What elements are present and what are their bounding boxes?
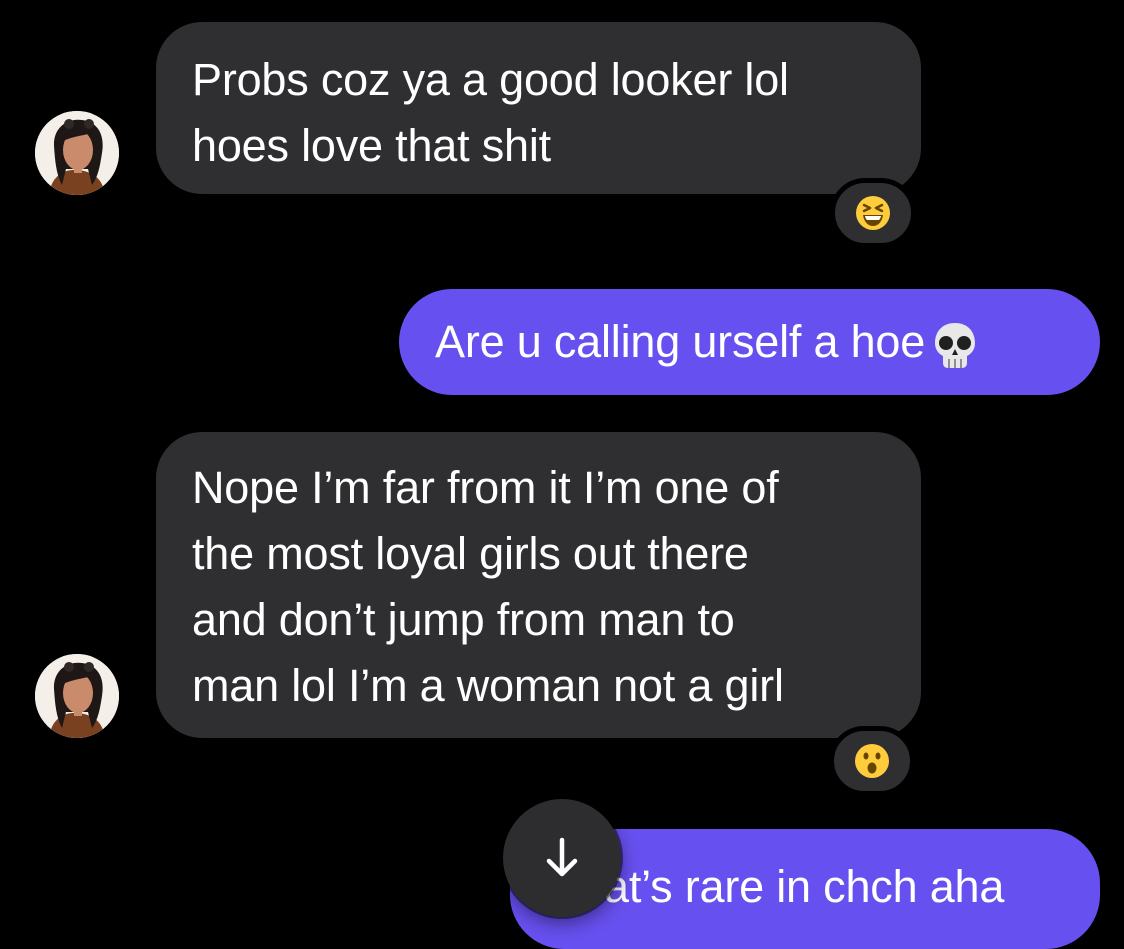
incoming-message-bubble[interactable]: Nope I’m far from it I’m one of the most… [156, 432, 921, 738]
incoming-message-bubble[interactable]: Probs coz ya a good looker lol hoes love… [156, 22, 921, 194]
message-text: Nope I’m far from it I’m one of the most… [192, 455, 885, 719]
outgoing-message-bubble[interactable]: Are u calling urself a hoe [399, 289, 1100, 395]
message-line: hoes love that shit [192, 120, 551, 171]
message-text: at’s rare in chch aha [604, 861, 1005, 912]
message-line: Probs coz ya a good looker lol [192, 54, 789, 105]
message-reaction[interactable] [829, 726, 915, 796]
message-line: Nope I’m far from it I’m one of [192, 462, 779, 513]
message-line: man lol I’m a woman not a girl [192, 660, 784, 711]
message-text: Are u calling urself a hoe [435, 309, 979, 375]
message-line: the most loyal girls out there [192, 528, 749, 579]
message-reaction[interactable] [830, 178, 916, 248]
message-thread: Probs coz ya a good looker lol hoes love… [0, 0, 1124, 949]
scroll-to-bottom-button[interactable] [503, 799, 621, 917]
message-line: and don’t jump from man to [192, 594, 735, 645]
arrow-down-icon [546, 837, 578, 877]
message-text: Probs coz ya a good looker lol hoes love… [192, 47, 885, 179]
contact-avatar[interactable] [35, 111, 119, 195]
skull-icon [935, 323, 976, 369]
contact-avatar[interactable] [35, 654, 119, 738]
message-line: Are u calling urself a hoe [435, 316, 926, 367]
hushed-face-icon [855, 744, 889, 778]
grinning-squinting-face-icon [856, 196, 890, 230]
contact-photo-icon [35, 654, 119, 738]
contact-photo-icon [35, 111, 119, 195]
